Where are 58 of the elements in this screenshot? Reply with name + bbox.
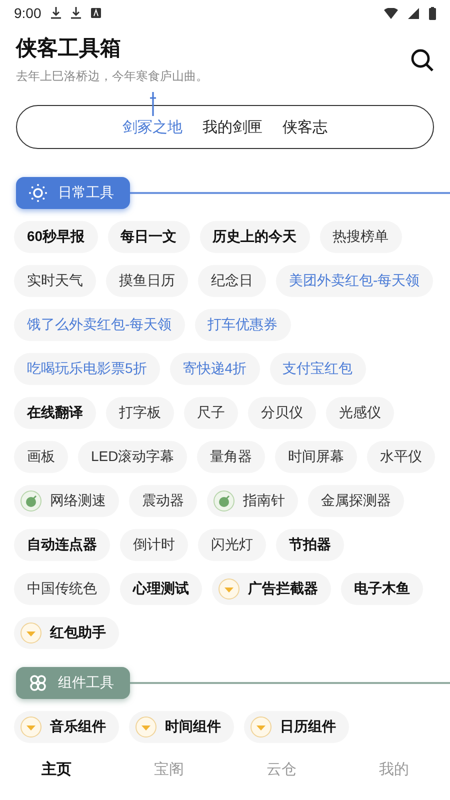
sword-icon xyxy=(148,92,158,118)
tool-chip[interactable]: 红包助手 xyxy=(14,617,119,649)
flower-icon xyxy=(28,673,48,693)
tool-chip[interactable]: 光感仪 xyxy=(326,397,394,429)
tool-chip[interactable]: 打字板 xyxy=(106,397,174,429)
tool-chip[interactable]: 心理测试 xyxy=(120,573,202,605)
tool-chip[interactable]: 网络测速 xyxy=(14,485,119,517)
notification-icon xyxy=(91,8,102,18)
tool-chip[interactable]: 每日一文 xyxy=(108,221,190,253)
section-title: 日常工具 xyxy=(58,184,114,202)
tool-chip[interactable]: 实时天气 xyxy=(14,265,96,297)
download-icon xyxy=(51,7,62,19)
tool-chip[interactable]: 寄快递4折 xyxy=(170,353,260,385)
tool-chip[interactable]: 指南针 xyxy=(207,485,298,517)
section-title: 组件工具 xyxy=(58,674,114,692)
tool-chip[interactable]: 在线翻译 xyxy=(14,397,96,429)
tool-chip[interactable]: 金属探测器 xyxy=(308,485,404,517)
app-title: 侠客工具箱 xyxy=(16,36,122,62)
tab[interactable]: 侠客志 xyxy=(282,118,328,136)
tool-chip[interactable]: 音乐组件 xyxy=(14,711,119,743)
search-icon[interactable] xyxy=(410,48,434,72)
tool-chip[interactable]: 饿了么外卖红包-每天领 xyxy=(14,309,185,341)
tool-chip[interactable]: 时间组件 xyxy=(129,711,234,743)
tool-chip[interactable]: 中国传统色 xyxy=(14,573,110,605)
tool-chip[interactable]: 日历组件 xyxy=(244,711,349,743)
tool-chip[interactable]: LED滚动字幕 xyxy=(78,441,188,473)
tool-chip[interactable]: 广告拦截器 xyxy=(212,573,331,605)
tool-chip[interactable]: 分贝仪 xyxy=(248,397,316,429)
nav-tab[interactable]: 主页 xyxy=(0,760,112,778)
subtitle: 去年上巳洛桥边，今年寒食庐山曲。 xyxy=(16,68,209,85)
signal-icon xyxy=(408,8,419,18)
tool-chip[interactable]: 节拍器 xyxy=(276,529,344,561)
tool-chip[interactable]: 吃喝玩乐电影票5折 xyxy=(14,353,160,385)
tool-chip[interactable]: 60秒早报 xyxy=(14,221,98,253)
tool-chip[interactable]: 电子木鱼 xyxy=(341,573,423,605)
tool-chip[interactable]: 支付宝红包 xyxy=(270,353,366,385)
battery-icon xyxy=(429,6,436,20)
tool-chip[interactable]: 热搜榜单 xyxy=(320,221,402,253)
tool-chip[interactable]: 倒计时 xyxy=(120,529,188,561)
tool-chip[interactable]: 时间屏幕 xyxy=(275,441,358,473)
tool-chip[interactable]: 尺子 xyxy=(184,397,238,429)
tab[interactable]: 我的剑匣 xyxy=(202,118,262,136)
download-icon xyxy=(71,7,82,19)
tool-chip[interactable]: 美团外卖红包-每天领 xyxy=(276,265,433,297)
status-time: 9:00 xyxy=(14,5,42,21)
sun-icon xyxy=(28,183,48,203)
tool-chip[interactable]: 打车优惠券 xyxy=(194,309,291,341)
tool-chip[interactable]: 闪光灯 xyxy=(198,529,266,561)
tool-chip[interactable]: 水平仪 xyxy=(367,441,436,473)
tool-chip[interactable]: 历史上的今天 xyxy=(200,221,310,253)
tool-chip[interactable]: 量角器 xyxy=(197,441,266,473)
wifi-icon xyxy=(384,8,398,18)
tool-chip[interactable]: 摸鱼日历 xyxy=(106,265,188,297)
tool-chip[interactable]: 震动器 xyxy=(129,485,197,517)
tab[interactable]: 剑冢之地 xyxy=(122,118,182,136)
tool-chip[interactable]: 纪念日 xyxy=(198,265,266,297)
tool-chip[interactable]: 画板 xyxy=(14,441,68,473)
tool-chip[interactable]: 自动连点器 xyxy=(14,529,110,561)
